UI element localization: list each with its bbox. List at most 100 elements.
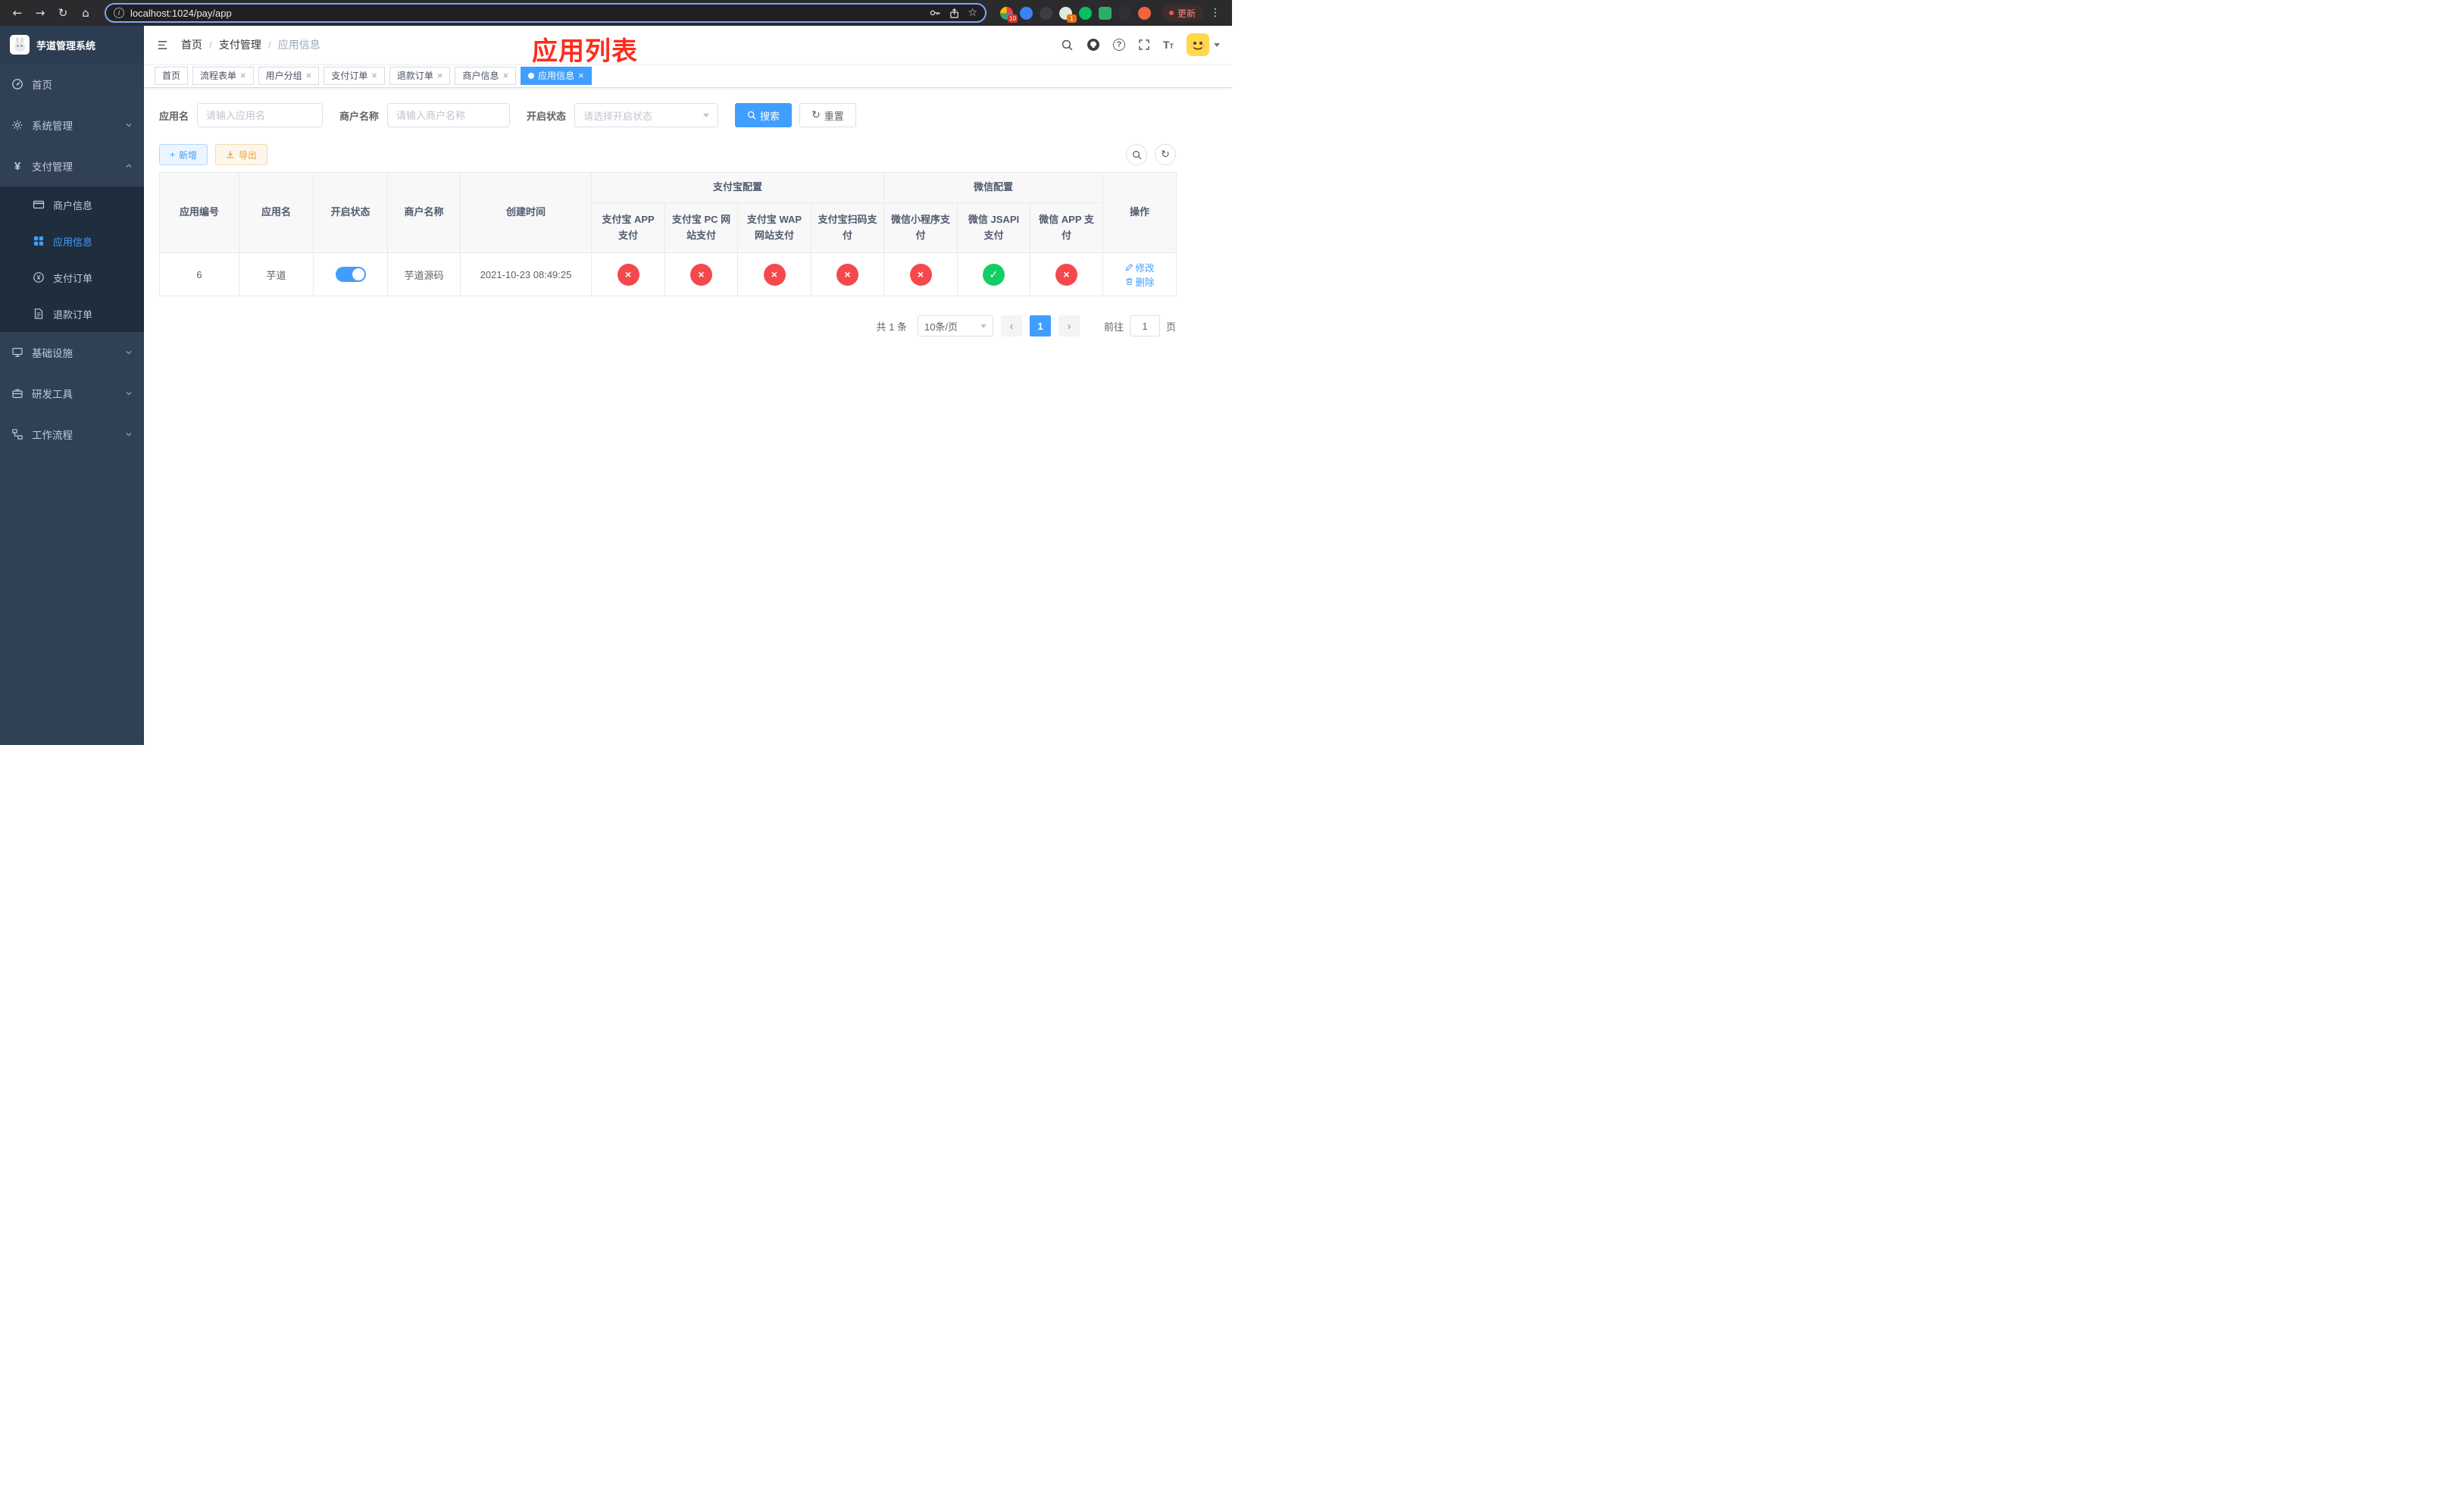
tab-close-icon[interactable]: × (306, 70, 312, 80)
goto-label: 前往 (1103, 321, 1124, 333)
bank-card-icon (33, 200, 45, 209)
cell-app-id: 6 (159, 252, 239, 296)
reset-button[interactable]: ↻ 重置 (799, 103, 856, 127)
sidebar-item-refund-order[interactable]: 退款订单 (0, 296, 144, 332)
extension-icon-8[interactable] (1137, 6, 1151, 20)
sidebar-item-app-info[interactable]: 应用信息 (0, 223, 144, 259)
delete-link[interactable]: 删除 (1125, 274, 1155, 289)
app-name-input[interactable] (197, 103, 324, 127)
breadcrumb-home[interactable]: 首页 (181, 37, 202, 52)
fullscreen-icon[interactable] (1138, 39, 1150, 51)
sidebar-item-dev-tools[interactable]: 研发工具 (0, 373, 144, 414)
tab-user-group[interactable]: 用户分组 × (258, 66, 320, 85)
help-icon[interactable]: ? (1112, 39, 1125, 51)
sidebar-item-pay-order[interactable]: 支付订单 (0, 259, 144, 296)
browser-menu-icon[interactable]: ⋮ (1206, 7, 1224, 19)
address-bar[interactable]: i localhost:1024/pay/app ☆ (105, 3, 987, 23)
refund-doc-icon (34, 308, 43, 319)
col-wechat-app: 微信 APP 支付 (1030, 202, 1104, 253)
tab-pay-order[interactable]: 支付订单 × (324, 66, 385, 85)
browser-forward-icon[interactable]: → (30, 3, 50, 23)
extension-icon-2[interactable] (1019, 6, 1033, 20)
tab-app-info[interactable]: 应用信息 × (521, 66, 592, 85)
col-merchant: 商户名称 (387, 172, 461, 253)
next-page-button[interactable]: › (1058, 315, 1080, 337)
goto-page-input[interactable] (1129, 315, 1160, 337)
merchant-name-input[interactable] (387, 103, 511, 127)
tab-close-icon[interactable]: × (437, 70, 443, 80)
sidebar-item-infrastructure[interactable]: 基础设施 (0, 332, 144, 373)
trash-icon (1126, 278, 1132, 285)
table-toolbar: + 新增 导出 ↻ (159, 144, 1176, 165)
extension-icon-3[interactable] (1039, 6, 1052, 20)
font-size-icon[interactable]: TT (1163, 39, 1174, 50)
cell-app-name: 芋道 (239, 252, 314, 296)
tab-close-icon[interactable]: × (371, 70, 377, 80)
search-button[interactable]: 搜索 (735, 103, 793, 127)
extension-icon-1[interactable]: 10 (999, 6, 1018, 23)
header-search-icon[interactable] (1061, 39, 1074, 52)
gear-icon (12, 120, 23, 130)
app-logo (10, 35, 30, 55)
site-info-icon[interactable]: i (114, 8, 124, 18)
sidebar-item-payment[interactable]: ¥ 支付管理 (0, 146, 144, 186)
extension-icon-4[interactable]: 1 (1058, 6, 1077, 23)
add-button[interactable]: + 新增 (159, 144, 208, 165)
browser-home-icon[interactable]: ⌂ (76, 3, 95, 23)
cell-merchant: 芋道源码 (387, 252, 461, 296)
sidebar-logo-row[interactable]: 芋道管理系统 (0, 26, 144, 64)
tab-close-icon[interactable]: × (578, 70, 584, 80)
page-content: 应用名 商户名称 开启状态 请选择开启状态 (144, 88, 1177, 337)
share-icon[interactable] (949, 8, 960, 19)
sidebar-item-system[interactable]: 系统管理 (0, 105, 144, 146)
extension-icon-5[interactable] (1078, 6, 1092, 20)
user-menu[interactable] (1187, 33, 1220, 56)
sidebar-item-workflow[interactable]: 工作流程 (0, 414, 144, 455)
workflow-icon (12, 429, 23, 440)
refresh-table-button[interactable]: ↻ (1155, 144, 1176, 165)
tab-merchant-info[interactable]: 商户信息 × (455, 66, 517, 85)
github-icon[interactable] (1087, 38, 1100, 52)
url-text[interactable]: localhost:1024/pay/app (130, 8, 923, 19)
export-button[interactable]: 导出 (215, 144, 268, 165)
download-icon (227, 150, 234, 158)
chevron-down-icon (126, 433, 132, 437)
pagination: 共 1 条 10条/页 ‹ 1 › 前往 页 (159, 315, 1176, 337)
infrastructure-icon (12, 347, 23, 357)
page-size-select[interactable]: 10条/页 (917, 315, 993, 337)
tab-home[interactable]: 首页 (155, 66, 189, 85)
cell-actions: 修改 删除 (1102, 252, 1177, 296)
browser-update-button[interactable]: 更新 (1161, 5, 1203, 21)
bookmark-star-icon[interactable]: ☆ (968, 7, 977, 19)
extension-icon-6[interactable] (1098, 6, 1112, 20)
browser-chrome: ← → ↻ ⌂ i localhost:1024/pay/app ☆ 10 1 … (0, 0, 1232, 26)
sidebar-item-home[interactable]: 首页 (0, 64, 144, 105)
tab-close-icon[interactable]: × (502, 70, 508, 80)
status-toggle[interactable] (335, 267, 366, 282)
password-key-icon[interactable] (929, 7, 941, 19)
annotation-title: 应用列表 (532, 37, 638, 66)
tab-refund-order[interactable]: 退款订单 × (389, 66, 451, 85)
hamburger-icon[interactable] (156, 39, 169, 51)
col-alipay-qr: 支付宝扫码支付 (810, 202, 885, 253)
browser-reload-icon[interactable]: ↻ (53, 3, 73, 23)
wechat-mini-status-icon: × (909, 263, 932, 286)
tab-process-form[interactable]: 流程表单 × (192, 66, 254, 85)
dashboard-icon (12, 79, 23, 89)
toggle-search-button[interactable] (1126, 144, 1147, 165)
tab-close-icon[interactable]: × (240, 70, 246, 80)
col-alipay-wap: 支付宝 WAP 网站支付 (737, 202, 811, 253)
edit-link[interactable]: 修改 (1125, 260, 1155, 274)
browser-back-icon[interactable]: ← (8, 3, 27, 23)
prev-page-button[interactable]: ‹ (1000, 315, 1022, 337)
breadcrumb-payment[interactable]: 支付管理 (219, 37, 261, 52)
update-label: 更新 (1177, 8, 1196, 19)
alipay-qr-status-icon: × (836, 263, 858, 286)
status-select[interactable]: 请选择开启状态 (574, 103, 719, 127)
col-alipay-pc: 支付宝 PC 网站支付 (664, 202, 738, 253)
search-icon (1132, 150, 1142, 160)
alipay-app-status-icon: × (617, 263, 639, 286)
extension-icon-7[interactable] (1118, 6, 1131, 20)
page-number-1[interactable]: 1 (1029, 315, 1051, 337)
sidebar-item-merchant-info[interactable]: 商户信息 (0, 186, 144, 223)
